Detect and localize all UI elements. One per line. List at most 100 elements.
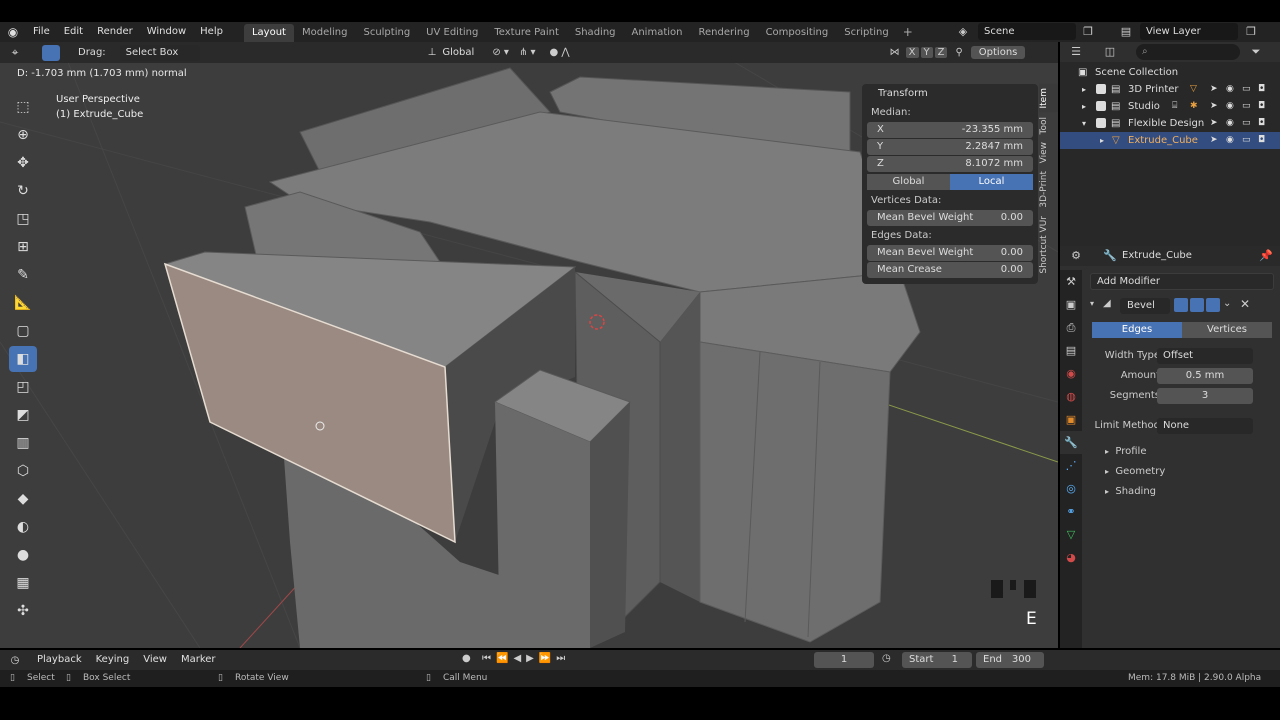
viewport-toggle-icon[interactable]: ▭ (1242, 98, 1251, 115)
render-toggle-icon[interactable] (1206, 298, 1220, 312)
tab-uv-editing[interactable]: UV Editing (418, 24, 486, 42)
playback-menu[interactable]: Playback (30, 650, 89, 670)
remove-modifier-icon[interactable]: ✕ (1240, 297, 1250, 311)
visibility-eye-icon[interactable]: ◉ (1226, 98, 1234, 115)
outliner-search-input[interactable]: ⌕ (1136, 44, 1240, 60)
shading-subpanel[interactable]: ▸ Shading (1085, 482, 1280, 502)
proportional-edit-icon[interactable]: ● ⋀ (550, 47, 570, 58)
modifier-menu-icon[interactable]: ⌄ (1223, 298, 1231, 309)
edge-bevel-weight-field[interactable]: Mean Bevel Weight 0.00 (867, 245, 1033, 261)
annotate-tool-icon[interactable]: ✎ (9, 262, 37, 288)
clock-icon[interactable]: ◷ (882, 653, 891, 664)
select-toggle-icon[interactable]: ➤ (1210, 115, 1218, 132)
scene-tab-icon[interactable]: ◉ (1060, 362, 1082, 385)
outliner-row-scene-collection[interactable]: ▣ Scene Collection (1060, 64, 1280, 81)
select-toggle-icon[interactable]: ➤ (1210, 132, 1218, 149)
pivot-icon[interactable]: ⊘ ▾ (492, 47, 509, 58)
timeline-editor-icon[interactable]: ◷ (0, 655, 30, 666)
tab-sculpting[interactable]: Sculpting (355, 24, 418, 42)
bevel-tool-icon[interactable]: ◩ (9, 402, 37, 428)
select-toggle-icon[interactable]: ➤ (1210, 98, 1218, 115)
tab-scripting[interactable]: Scripting (836, 24, 896, 42)
viewport-toggle-icon[interactable]: ▭ (1242, 115, 1251, 132)
outliner-editor-icon[interactable]: ☰ (1068, 44, 1084, 60)
render-camera-icon[interactable]: ◘ (1258, 98, 1265, 115)
tool-tab-icon[interactable]: ⚒ (1060, 270, 1082, 293)
profile-subpanel[interactable]: ▸ Profile (1085, 442, 1280, 462)
select-toggle-icon[interactable]: ➤ (1210, 81, 1218, 98)
vertex-bevel-weight-field[interactable]: Mean Bevel Weight 0.00 (867, 210, 1033, 226)
menu-edit[interactable]: Edit (57, 22, 90, 42)
tab-texture-paint[interactable]: Texture Paint (486, 24, 567, 42)
axis-z-toggle[interactable]: Z (934, 47, 948, 58)
object-tab-icon[interactable]: ▣ (1060, 408, 1082, 431)
drag-dropdown[interactable]: Select Box (119, 44, 200, 61)
visibility-eye-icon[interactable]: ◉ (1226, 115, 1234, 132)
axis-y-toggle[interactable]: Y (920, 47, 933, 58)
axis-x-toggle[interactable]: X (905, 47, 919, 58)
expand-icon[interactable]: ▸ (1082, 81, 1086, 98)
editor-type-icon[interactable]: ⌖ (0, 45, 30, 60)
transform-tool-icon[interactable]: ⊞ (9, 234, 37, 260)
current-frame-field[interactable]: 1 (814, 652, 874, 668)
mean-crease-field[interactable]: Mean Crease 0.00 (867, 262, 1033, 278)
spin-tool-icon[interactable]: ◐ (9, 514, 37, 540)
poly-build-tool-icon[interactable]: ◆ (9, 486, 37, 512)
local-button[interactable]: Local (950, 174, 1033, 190)
playback-controls[interactable]: ⏮⏪◀▶⏩⏭ (482, 653, 570, 664)
marker-menu[interactable]: Marker (174, 650, 223, 670)
tab-view[interactable]: View (1039, 138, 1058, 167)
select-tool-icon[interactable]: ⬚ (9, 94, 37, 120)
cursor-tool-icon[interactable]: ⊕ (9, 122, 37, 148)
global-button[interactable]: Global (867, 174, 950, 190)
tab-rendering[interactable]: Rendering (690, 24, 757, 42)
snap-settings-icon[interactable]: ⚲ (955, 47, 962, 58)
particles-tab-icon[interactable]: ⋰ (1060, 454, 1082, 477)
viewport-toggle-icon[interactable]: ▭ (1242, 132, 1251, 149)
add-modifier-dropdown[interactable]: Add Modifier (1090, 273, 1274, 290)
scene-selector[interactable]: Scene (978, 23, 1076, 40)
data-tab-icon[interactable]: ▽ (1060, 523, 1082, 546)
mirror-icon[interactable]: ⋈ (890, 47, 900, 58)
options-dropdown[interactable]: Options (970, 46, 1026, 59)
menu-help[interactable]: Help (193, 22, 230, 42)
median-x-field[interactable]: X -23.355 mm (867, 122, 1033, 138)
include-checkbox[interactable] (1096, 101, 1106, 111)
limit-method-dropdown[interactable]: None (1157, 418, 1253, 434)
inset-tool-icon[interactable]: ◰ (9, 374, 37, 400)
include-checkbox[interactable] (1096, 118, 1106, 128)
visibility-eye-icon[interactable]: ◉ (1226, 81, 1234, 98)
knife-tool-icon[interactable]: ⬡ (9, 458, 37, 484)
tab-modeling[interactable]: Modeling (294, 24, 356, 42)
view-layer-icon[interactable]: ▤ (1118, 24, 1134, 40)
tab-layout[interactable]: Layout (243, 24, 294, 42)
scene-icon[interactable]: ◈ (955, 24, 971, 40)
outliner-row-studio[interactable]: ▸ ▤ Studio ⌸ ✱ ➤ ◉ ▭ ◘ (1060, 98, 1280, 115)
blender-logo-icon[interactable]: ◉ (0, 22, 26, 42)
tab-shortcut-vur[interactable]: Shortcut VUr (1039, 212, 1058, 278)
material-tab-icon[interactable]: ◕ (1060, 546, 1082, 569)
outliner-row-3d-printer[interactable]: ▸ ▤ 3D Printer ▽ ➤ ◉ ▭ ◘ (1060, 81, 1280, 98)
add-workspace-button[interactable]: + (897, 25, 919, 39)
width-type-dropdown[interactable]: Offset (1157, 348, 1253, 364)
world-tab-icon[interactable]: ◍ (1060, 385, 1082, 408)
edge-slide-tool-icon[interactable]: ▦ (9, 570, 37, 596)
geometry-subpanel[interactable]: ▸ Geometry (1085, 462, 1280, 482)
expand-icon[interactable]: ▾ (1082, 115, 1086, 132)
tab-animation[interactable]: Animation (624, 24, 691, 42)
smooth-tool-icon[interactable]: ● (9, 542, 37, 568)
start-frame-field[interactable]: Start 1 (902, 652, 972, 668)
physics-tab-icon[interactable]: ◎ (1060, 477, 1082, 500)
tab-shading[interactable]: Shading (567, 24, 624, 42)
expand-icon[interactable]: ▸ (1082, 98, 1086, 115)
extrude-tool-icon[interactable]: ◧ (9, 346, 37, 372)
measure-tool-icon[interactable]: 📐 (9, 290, 37, 316)
output-tab-icon[interactable]: ⎙ (1060, 316, 1082, 339)
vertices-button[interactable]: Vertices (1182, 322, 1272, 338)
viewport-display-toggle-icon[interactable] (1190, 298, 1204, 312)
render-tab-icon[interactable]: ▣ (1060, 293, 1082, 316)
collapse-icon[interactable]: ▾ (1090, 299, 1094, 308)
outliner-row-flexible-design[interactable]: ▾ ▤ Flexible Design ➤ ◉ ▭ ◘ (1060, 115, 1280, 132)
snap-icon[interactable]: ⋔ ▾ (519, 47, 536, 58)
transform-title[interactable]: Transform (862, 84, 1038, 104)
